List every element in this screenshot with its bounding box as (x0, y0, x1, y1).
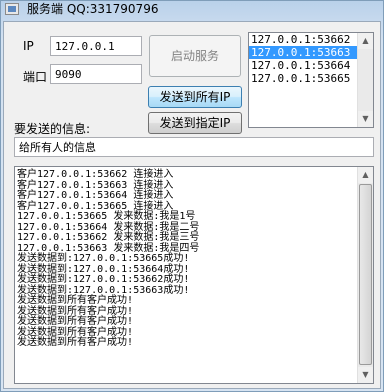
client-list-item[interactable]: 127.0.0.1:53665 (249, 72, 373, 85)
log-scrollbar[interactable]: ▲ ▼ (357, 167, 373, 383)
log-line: 发送数据到所有客户成功! (17, 337, 134, 348)
log-lines: 客户127.0.0.1:53662 连接进入 客户127.0.0.1:53663 … (15, 167, 373, 349)
log-line: 发送数据到所有客户成功! (17, 316, 134, 327)
log-line: 客户127.0.0.1:53662 连接进入 (17, 169, 174, 180)
window-title: 服务端 QQ:331790796 (27, 2, 159, 16)
app-window-icon (5, 3, 19, 15)
start-service-button[interactable]: 启动服务 (149, 35, 241, 77)
message-label: 要发送的信息: (14, 122, 91, 136)
log-line: 发送数据到:127.0.0.1:53665成功! (17, 253, 190, 264)
client-list-scrollbar[interactable]: ▲ ▼ (357, 33, 373, 127)
ip-input[interactable] (50, 36, 142, 56)
server-window: 服务端 QQ:331790796 IP 端口 启动服务 发送到所有IP 发送到指… (0, 0, 384, 392)
client-list-items: 127.0.0.1:53662 127.0.0.1:53663 127.0.0.1:… (249, 33, 373, 85)
log-textarea[interactable]: 客户127.0.0.1:53662 连接进入 客户127.0.0.1:53663 … (14, 166, 374, 384)
title-bar[interactable]: 服务端 QQ:331790796 (1, 1, 383, 19)
log-line: 发送数据到所有客户成功! (17, 295, 134, 306)
send-to-selected-button[interactable]: 发送到指定IP (148, 112, 242, 134)
log-scroll-thumb[interactable] (359, 184, 372, 365)
client-list-item[interactable]: 127.0.0.1:53663 (249, 46, 373, 59)
client-list-item[interactable]: 127.0.0.1:53664 (249, 59, 373, 72)
port-label: 端口 (23, 70, 48, 84)
ip-label: IP (23, 39, 34, 53)
log-line: 127.0.0.1:53662 发来数据:我是三号 (17, 232, 200, 243)
log-scroll-down-arrow-icon[interactable]: ▼ (358, 367, 373, 383)
send-to-all-button[interactable]: 发送到所有IP (148, 86, 242, 108)
client-list[interactable]: 127.0.0.1:53662 127.0.0.1:53663 127.0.0.1:… (248, 32, 374, 128)
log-line: 127.0.0.1:53665 发来数据:我是1号 (17, 211, 196, 222)
scroll-down-arrow-icon[interactable]: ▼ (358, 111, 373, 127)
message-input[interactable] (14, 137, 374, 157)
log-scroll-up-arrow-icon[interactable]: ▲ (358, 167, 373, 183)
client-list-item[interactable]: 127.0.0.1:53662 (249, 33, 373, 46)
log-line: 发送数据到:127.0.0.1:53662成功! (17, 274, 190, 285)
scroll-up-arrow-icon[interactable]: ▲ (358, 33, 373, 49)
port-input[interactable] (50, 64, 142, 84)
client-area: IP 端口 启动服务 发送到所有IP 发送到指定IP 127.0.0.1:536… (3, 21, 381, 389)
log-line: 客户127.0.0.1:53664 连接进入 (17, 190, 174, 201)
